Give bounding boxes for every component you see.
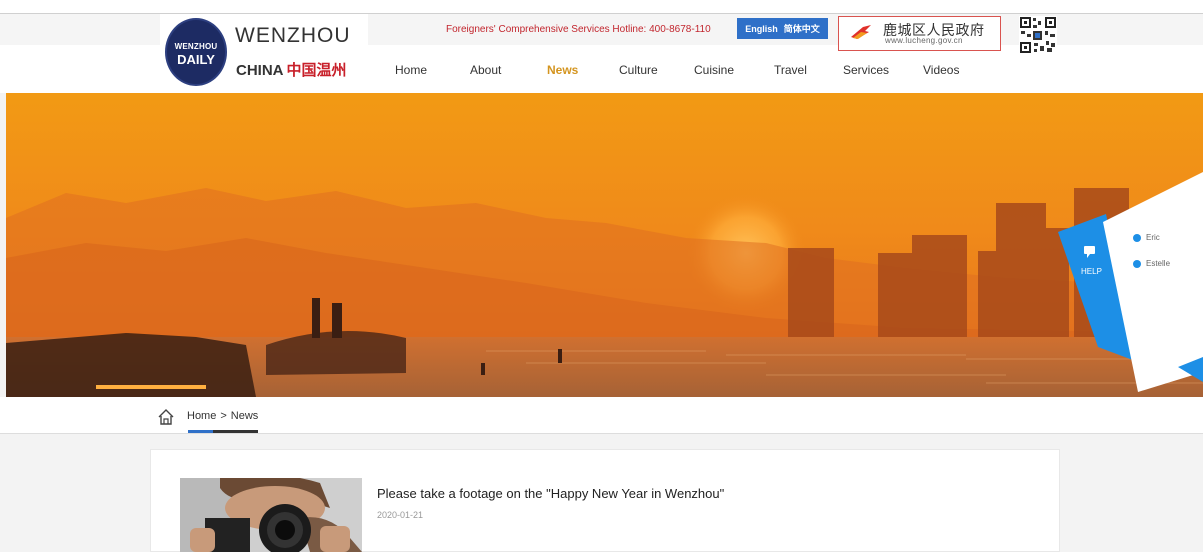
agent-eric[interactable]: Eric: [1133, 233, 1160, 242]
breadcrumb-underline: [213, 430, 258, 433]
logo-line2: DAILY: [177, 52, 215, 67]
qr-code-icon: [1019, 16, 1057, 54]
breadcrumb-separator: >: [220, 410, 227, 422]
agent-dot-icon: [1133, 233, 1141, 242]
breadcrumb-bar: [0, 397, 1203, 434]
breadcrumb-underline-accent: [188, 430, 213, 433]
breadcrumb-current: News: [230, 410, 259, 422]
news-thumbnail[interactable]: [180, 478, 362, 552]
agent-dot-icon: [1133, 259, 1141, 268]
news-date: 2020-01-21: [377, 510, 424, 520]
top-strip: [0, 0, 1203, 14]
brand-cn: 中国温州: [286, 62, 347, 79]
lucheng-gov-link[interactable]: 鹿城区人民政府 www.lucheng.gov.cn: [838, 16, 1001, 51]
gov-url: www.lucheng.gov.cn: [885, 36, 963, 45]
nav-news[interactable]: News: [547, 63, 578, 77]
brand-subtitle: CHINA 中国温州: [236, 59, 347, 80]
brand-china: CHINA: [236, 62, 284, 79]
logo-line1: WENZHOU: [174, 42, 218, 51]
nav-travel[interactable]: Travel: [774, 63, 807, 77]
nav-cuisine[interactable]: Cuisine: [694, 63, 734, 77]
help-widget[interactable]: [1058, 172, 1203, 392]
nav-culture[interactable]: Culture: [619, 63, 658, 77]
sunset-banner-image: [6, 93, 1203, 397]
lang-english-button[interactable]: English: [745, 24, 778, 34]
news-title[interactable]: Please take a footage on the "Happy New …: [377, 486, 724, 501]
home-icon[interactable]: [157, 408, 175, 426]
brand-title: WENZHOU: [235, 24, 351, 47]
breadcrumb: Home > News: [187, 410, 258, 422]
chat-bubble-icon: [1084, 246, 1095, 258]
nav-home[interactable]: Home: [395, 63, 427, 77]
language-switch[interactable]: English 简体中文: [737, 18, 828, 39]
nav-services[interactable]: Services: [843, 63, 889, 77]
agent-name: Estelle: [1146, 259, 1171, 268]
lang-chinese-button[interactable]: 简体中文: [784, 22, 820, 35]
breadcrumb-home[interactable]: Home: [187, 410, 216, 422]
gov-emblem-icon: [851, 25, 871, 39]
agent-estelle[interactable]: Estelle: [1133, 259, 1170, 268]
agent-name: Eric: [1146, 233, 1160, 242]
services-hotline: Foreigners' Comprehensive Services Hotli…: [446, 24, 711, 35]
nav-videos[interactable]: Videos: [923, 63, 959, 77]
wenzhou-daily-logo[interactable]: WENZHOU DAILY: [165, 18, 227, 86]
nav-about[interactable]: About: [470, 63, 501, 77]
help-label[interactable]: HELP: [1081, 267, 1102, 276]
